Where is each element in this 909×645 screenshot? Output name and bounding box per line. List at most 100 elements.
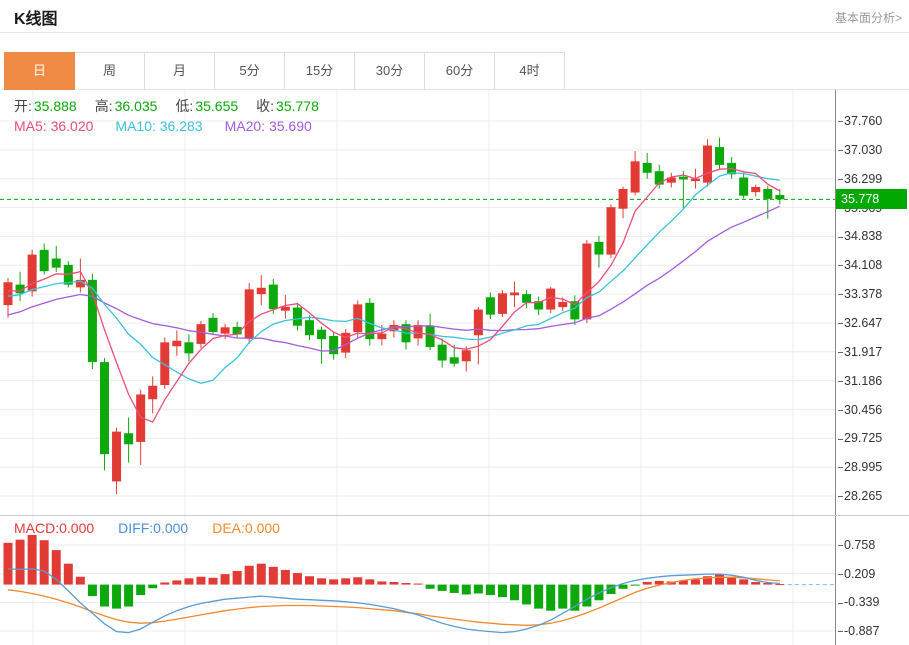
macd-axis: 0.7580.209-0.339-0.887 — [835, 516, 909, 645]
price-axis-label: 34.108 — [838, 257, 882, 273]
candle-body — [594, 242, 603, 255]
candle-body — [377, 334, 386, 340]
tab-15分[interactable]: 15分 — [284, 52, 355, 90]
candle-body — [751, 187, 760, 192]
macd-bar — [353, 577, 362, 584]
tab-60分[interactable]: 60分 — [424, 52, 495, 90]
axis-tick — [838, 467, 843, 468]
macd-bar — [715, 574, 724, 584]
candle-body — [631, 161, 640, 192]
diff-line — [8, 569, 780, 633]
macd-bar — [341, 578, 350, 584]
price-axis-label: 31.917 — [838, 344, 882, 360]
candle-body — [245, 289, 254, 338]
macd-bar — [775, 584, 784, 585]
axis-tick — [838, 574, 843, 575]
candle-body — [112, 432, 121, 482]
candle-body — [715, 147, 724, 165]
candlestick-chart[interactable] — [0, 90, 836, 515]
tab-4时[interactable]: 4时 — [494, 52, 565, 90]
axis-tick — [838, 603, 843, 604]
candle-body — [148, 386, 157, 399]
macd-bar — [172, 580, 181, 584]
period-tabbar: 日周月5分15分30分60分4时 — [5, 52, 565, 90]
price-axis-label: 37.030 — [838, 142, 882, 158]
price-axis-label: 32.647 — [838, 315, 882, 331]
macd-bar — [100, 585, 109, 607]
macd-bar — [209, 578, 218, 585]
candle-body — [739, 178, 748, 196]
diff-value: 0.000 — [153, 520, 188, 536]
macd-bar — [389, 582, 398, 585]
macd-bar — [631, 585, 640, 586]
macd-bar — [112, 585, 121, 609]
diff-label: DIFF: — [118, 520, 153, 536]
macd-axis-label: 0.758 — [838, 537, 875, 553]
candle-body — [329, 336, 338, 354]
axis-tick — [838, 439, 843, 440]
macd-bar — [522, 585, 531, 605]
macd-bar — [401, 583, 410, 585]
macd-bar — [305, 576, 314, 584]
ma10-label: MA10: — [115, 118, 155, 134]
close-label: 收: — [256, 98, 274, 114]
price-axis-label: 34.838 — [838, 228, 882, 244]
ma5-line — [8, 169, 780, 423]
fundamental-analysis-link[interactable]: 基本面分析> — [835, 9, 902, 26]
candle-body — [510, 293, 519, 296]
macd-bar — [196, 577, 205, 585]
tab-5分[interactable]: 5分 — [214, 52, 285, 90]
macd-bar — [16, 540, 25, 585]
macd-bar — [221, 574, 230, 584]
macd-bar — [751, 582, 760, 585]
tab-月[interactable]: 月 — [144, 52, 215, 90]
tab-周[interactable]: 周 — [74, 52, 145, 90]
macd-readout: MACD:0.000 DIFF:0.000 DEA:0.000 — [14, 520, 280, 536]
candle-body — [209, 318, 218, 332]
macd-bar — [739, 579, 748, 584]
macd-bar — [486, 585, 495, 595]
macd-bar — [160, 582, 169, 584]
macd-bar — [462, 585, 471, 595]
price-axis-label: 31.186 — [838, 373, 882, 389]
macd-axis-label: -0.339 — [838, 594, 879, 610]
candle-body — [679, 177, 688, 180]
macd-bar — [88, 585, 97, 596]
axis-tick — [838, 265, 843, 266]
macd-bar — [124, 585, 133, 607]
open-label: 开: — [14, 98, 32, 114]
candle-body — [462, 350, 471, 361]
candle-body — [498, 293, 507, 314]
tab-30分[interactable]: 30分 — [354, 52, 425, 90]
dea-label: DEA: — [212, 520, 245, 536]
candle-body — [124, 433, 133, 444]
macd-bar — [558, 585, 567, 609]
macd-axis-label: 0.209 — [838, 566, 875, 582]
price-axis-label: 30.456 — [838, 402, 882, 418]
macd-bar — [245, 566, 254, 585]
macd-bar — [377, 581, 386, 584]
tab-日[interactable]: 日 — [4, 52, 75, 90]
macd-bar — [365, 579, 374, 584]
candle-body — [522, 294, 531, 303]
candle-body — [643, 163, 652, 173]
axis-tick — [838, 496, 843, 497]
macd-bar — [691, 579, 700, 584]
ma5-label: MA5: — [14, 118, 47, 134]
macd-bar — [474, 585, 483, 594]
high-value: 36.035 — [115, 98, 158, 114]
candle-body — [438, 345, 447, 361]
macd-bar — [281, 570, 290, 585]
high-label: 高: — [95, 98, 113, 114]
candle-body — [619, 189, 628, 209]
candle-body — [763, 189, 772, 199]
macd-bar — [534, 585, 543, 609]
main-chart-panel: 开:35.888 高:36.035 低:35.655 收:35.778 MA5:… — [0, 90, 909, 515]
candle-body — [184, 342, 193, 353]
candle-body — [293, 308, 302, 326]
candle-body — [558, 302, 567, 307]
macd-bar — [546, 585, 555, 611]
axis-tick — [838, 237, 843, 238]
candle-body — [221, 327, 230, 333]
ma5-value: 36.020 — [51, 118, 94, 134]
